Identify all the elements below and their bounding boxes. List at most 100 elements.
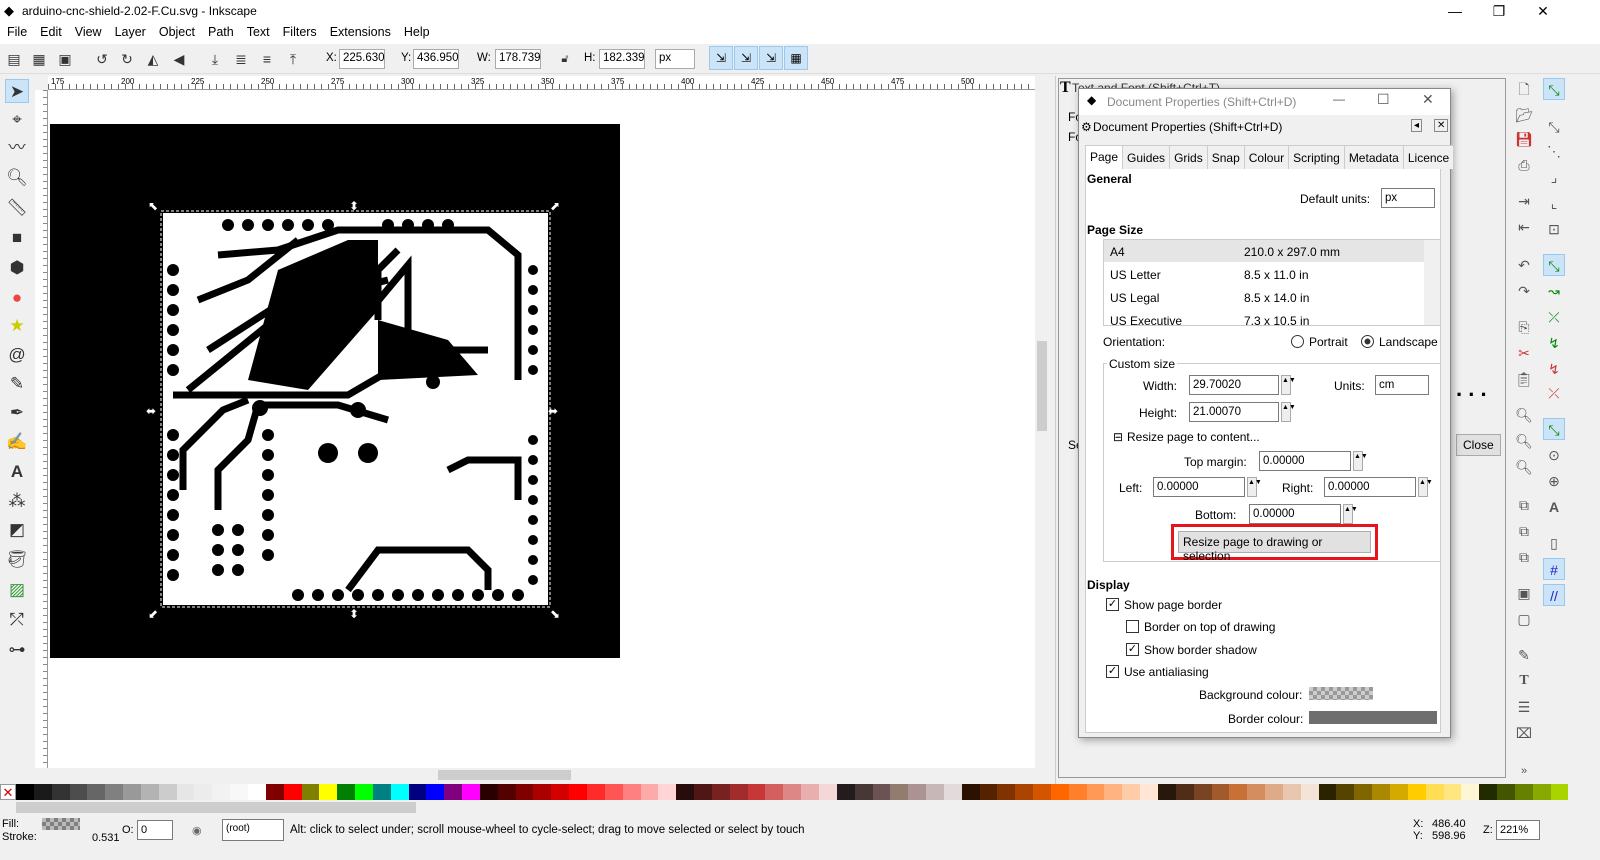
xml-editor-icon[interactable]: ⌧ <box>1513 722 1535 744</box>
ungroup-icon[interactable]: ▢ <box>1513 608 1535 630</box>
3d-box-tool-icon[interactable]: ⬢ <box>5 256 29 280</box>
panel-iconify-button[interactable]: ◂ <box>1411 119 1423 132</box>
palette-swatch[interactable] <box>1211 784 1230 800</box>
palette-swatch[interactable] <box>105 784 124 800</box>
size-name[interactable]: A4 <box>1110 245 1125 259</box>
zoom-tool-icon[interactable]: 🔍︎ <box>5 166 29 190</box>
default-units-select[interactable]: px <box>1381 188 1435 208</box>
palette-swatch[interactable] <box>1247 784 1266 800</box>
palette-swatch[interactable] <box>1497 784 1515 800</box>
palette-swatch[interactable] <box>1193 784 1212 800</box>
antialiasing-checkbox[interactable]: ✓ <box>1106 665 1119 678</box>
palette-swatch[interactable] <box>818 784 837 800</box>
border-colour-swatch[interactable] <box>1309 711 1437 724</box>
open-icon[interactable]: 📂︎ <box>1513 104 1535 126</box>
snap-intersection-icon[interactable]: ⤫ <box>1543 306 1565 328</box>
resize-page-button[interactable]: Resize page to drawing or selection <box>1178 531 1371 563</box>
paint-bucket-tool-icon[interactable]: 🪣︎ <box>5 548 29 572</box>
palette-swatch[interactable] <box>1514 784 1533 800</box>
palette-swatch[interactable] <box>997 784 1016 800</box>
palette-swatch[interactable] <box>1318 784 1337 800</box>
palette-swatch[interactable] <box>1282 784 1301 800</box>
palette-swatch[interactable] <box>355 784 373 800</box>
palette-swatch[interactable] <box>140 784 159 800</box>
units-select[interactable]: cm <box>1375 375 1429 395</box>
collapse-icon[interactable]: ⊟ <box>1113 430 1123 444</box>
pencil-tool-icon[interactable]: ✎ <box>5 372 29 396</box>
palette-swatch[interactable] <box>408 784 427 800</box>
zoom-selection-icon[interactable]: 🔍︎ <box>1513 404 1535 426</box>
zoom-drawing-icon[interactable]: 🔍︎ <box>1513 430 1535 452</box>
palette-swatch[interactable] <box>1372 784 1390 800</box>
tab-licence[interactable]: Licence <box>1402 145 1455 169</box>
drawing-canvas[interactable]: ⬉ ⬍ ⬈ ⬌ ⬌ ⬋ ⬍ ⬊ <box>48 90 1035 768</box>
palette-swatch[interactable] <box>783 784 802 800</box>
palette-swatch[interactable] <box>711 784 730 800</box>
select-all-icon[interactable]: ▤ <box>5 50 23 68</box>
y-input[interactable]: 436.950 <box>413 49 459 69</box>
pen-tool-icon[interactable]: ✒ <box>5 401 29 425</box>
palette-swatch[interactable] <box>890 784 909 800</box>
layers-icon[interactable]: ☰ <box>1513 696 1535 718</box>
palette-swatch[interactable] <box>604 784 623 800</box>
palette-swatch[interactable] <box>16 784 34 800</box>
palette-swatch[interactable] <box>1532 784 1551 800</box>
background-colour-swatch[interactable] <box>1309 687 1373 700</box>
palette-swatch[interactable] <box>1015 784 1034 800</box>
clone-icon[interactable]: ⧉ <box>1513 520 1535 542</box>
snap-center-icon[interactable]: ⊙ <box>1543 444 1565 466</box>
measure-tool-icon[interactable]: 📏︎ <box>5 196 29 220</box>
palette-swatch[interactable] <box>283 784 302 800</box>
snap-bbox-icon[interactable]: ⤡ <box>1543 116 1565 138</box>
flip-horizontal-icon[interactable]: ◭ <box>144 50 162 68</box>
palette-swatch[interactable] <box>87 784 106 800</box>
vertical-scrollbar[interactable] <box>1035 76 1049 768</box>
menu-edit[interactable]: Edit <box>33 22 68 39</box>
page-size-list[interactable]: A4 210.0 x 297.0 mm US Letter 8.5 x 11.0 i… <box>1103 239 1441 326</box>
horizontal-scrollbar[interactable] <box>48 768 1035 782</box>
border-shadow-checkbox[interactable]: ✓ <box>1126 643 1139 656</box>
spiral-tool-icon[interactable]: @ <box>5 343 29 367</box>
tab-page[interactable]: Page <box>1085 145 1124 169</box>
palette-swatch[interactable] <box>230 784 248 800</box>
palette-swatch[interactable] <box>265 784 284 800</box>
dialog-close-button[interactable]: ✕ <box>1422 91 1434 108</box>
palette-swatch[interactable] <box>1300 784 1319 800</box>
menu-layer[interactable]: Layer <box>108 22 152 39</box>
palette-swatch[interactable] <box>658 784 677 800</box>
palette-swatch[interactable] <box>1389 784 1408 800</box>
height-spinner[interactable]: ▲▼ <box>1281 402 1296 422</box>
palette-swatch[interactable] <box>1086 784 1105 800</box>
undo-icon[interactable]: ↶ <box>1513 254 1535 276</box>
tab-metadata[interactable]: Metadata <box>1343 145 1404 169</box>
import-icon[interactable]: ⇥ <box>1513 190 1535 212</box>
show-border-checkbox[interactable]: ✓ <box>1106 598 1119 611</box>
tweak-tool-icon[interactable]: 〰 <box>5 136 29 160</box>
tab-scripting[interactable]: Scripting <box>1288 145 1345 169</box>
palette-swatch[interactable] <box>515 784 534 800</box>
palette-swatch[interactable] <box>426 784 445 800</box>
duplicate-icon[interactable]: ⧉ <box>1513 494 1535 516</box>
palette-swatch[interactable] <box>319 784 338 800</box>
width-input[interactable]: 29.70020 <box>1189 375 1279 395</box>
right-margin-spinner[interactable]: ▲▼ <box>1418 477 1433 497</box>
palette-swatch[interactable] <box>854 784 873 800</box>
move-patterns-toggle[interactable]: ▦ <box>784 46 808 70</box>
new-document-icon[interactable]: 🗋 <box>1513 78 1535 100</box>
palette-swatch[interactable] <box>1461 784 1480 800</box>
palette-swatch[interactable] <box>176 784 195 800</box>
palette-swatch[interactable] <box>1122 784 1141 800</box>
palette-swatch[interactable] <box>979 784 998 800</box>
lock-icon[interactable]: 🔓︎ <box>556 50 574 68</box>
palette-swatch[interactable] <box>640 784 659 800</box>
palette-swatch[interactable] <box>1068 784 1087 800</box>
palette-swatch[interactable] <box>943 784 962 800</box>
deselect-icon[interactable]: ▣ <box>56 50 74 68</box>
layer-select[interactable]: (root) <box>222 819 284 841</box>
zoom-page-icon[interactable]: 🔍︎ <box>1513 456 1535 478</box>
palette-swatch[interactable] <box>1140 784 1158 800</box>
zoom-input[interactable]: 221% <box>1496 820 1540 840</box>
export-icon[interactable]: ⇤ <box>1513 216 1535 238</box>
border-on-top-checkbox[interactable] <box>1126 620 1139 633</box>
palette-swatch[interactable] <box>69 784 88 800</box>
